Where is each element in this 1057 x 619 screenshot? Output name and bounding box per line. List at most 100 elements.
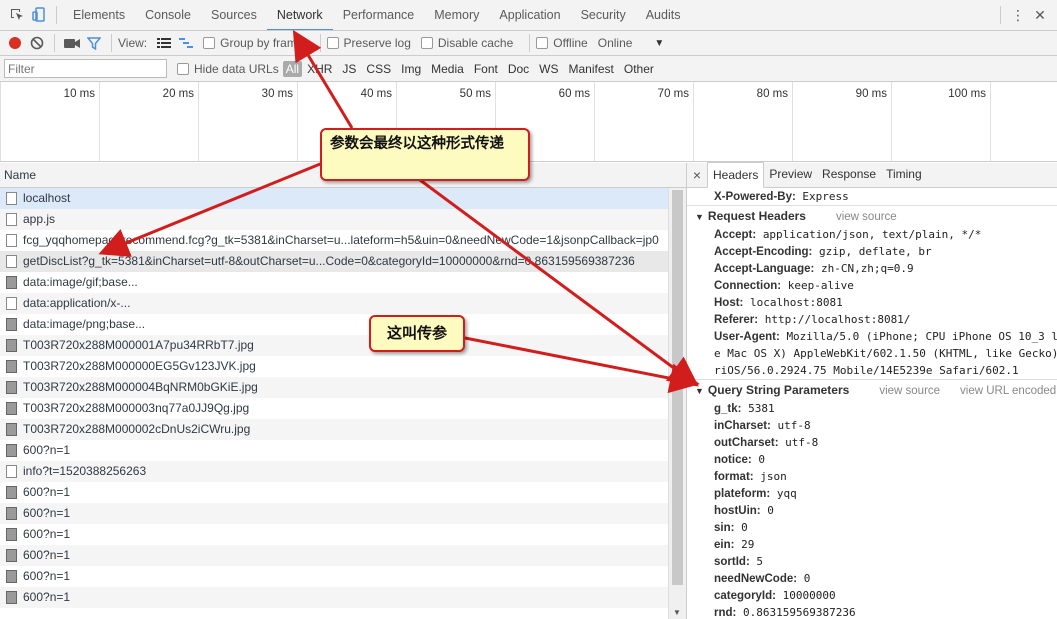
request-row[interactable]: 600?n=1 — [0, 503, 668, 524]
large-rows-icon[interactable] — [153, 32, 175, 54]
query-params-section[interactable]: ▼ Query String Parameters view source view … — [687, 379, 1057, 400]
inspect-element-icon[interactable] — [6, 4, 28, 26]
header-value: 5 — [756, 555, 764, 568]
header-key: sin: — [714, 522, 735, 534]
header-line: Accept: application/json, text/plain, */… — [687, 226, 1057, 243]
filter-type-other[interactable]: Other — [619, 62, 659, 76]
header-line: format: json — [687, 468, 1057, 485]
request-name: data:image/png;base... — [23, 317, 146, 331]
timeline-tick: 100 ms — [891, 82, 990, 161]
hide-data-urls-checkbox[interactable] — [177, 62, 189, 75]
filter-type-manifest[interactable]: Manifest — [564, 62, 619, 76]
request-row[interactable]: app.js — [0, 209, 668, 230]
request-row[interactable]: 600?n=1 — [0, 482, 668, 503]
request-headers-section[interactable]: ▼ Request Headers view source — [687, 205, 1057, 226]
view-source-link[interactable]: view source — [836, 211, 897, 223]
request-row[interactable]: T003R720x288M000004BqNRM0bGKiE.jpg — [0, 377, 668, 398]
scrollbar-thumb[interactable] — [672, 190, 683, 585]
record-icon[interactable] — [4, 32, 26, 54]
header-value: riOS/56.0.2924.75 Mobile/14E5239e Safari… — [714, 364, 1019, 377]
request-row[interactable]: 600?n=1 — [0, 566, 668, 587]
resource-type-filters: All XHR JS CSS Img Media Font Doc WS Manifest Othe… — [282, 60, 659, 77]
preserve-log-checkbox[interactable] — [326, 37, 339, 49]
image-file-icon — [6, 528, 17, 541]
filter-type-ws[interactable]: WS — [534, 62, 563, 76]
header-line: categoryId: 10000000 — [687, 587, 1057, 604]
request-name: info?t=1520388256263 — [23, 464, 147, 478]
request-row[interactable]: T003R720x288M000002cDnUs2iCWru.jpg — [0, 419, 668, 440]
header-value: keep-alive — [787, 279, 854, 292]
filter-type-css[interactable]: CSS — [361, 62, 396, 76]
detail-tab-preview[interactable]: Preview — [764, 162, 817, 188]
request-row[interactable]: 600?n=1 — [0, 587, 668, 608]
request-row[interactable]: 600?n=1 — [0, 440, 668, 461]
tab-audits[interactable]: Audits — [636, 0, 691, 30]
request-row[interactable]: getDiscList?g_tk=5381&inCharset=utf-8&ou… — [0, 251, 668, 272]
request-row[interactable]: data:image/gif;base... — [0, 272, 668, 293]
tab-application[interactable]: Application — [489, 0, 570, 30]
filter-type-doc[interactable]: Doc — [503, 62, 534, 76]
disable-cache-checkbox[interactable] — [420, 37, 433, 49]
group-by-frame-checkbox[interactable] — [203, 37, 216, 49]
filter-type-font[interactable]: Font — [469, 62, 503, 76]
tab-memory[interactable]: Memory — [424, 0, 489, 30]
request-list-scrollbar[interactable]: ▼ — [668, 188, 686, 619]
view-source-link[interactable]: view source — [879, 385, 940, 397]
detail-tab-headers[interactable]: Headers — [707, 162, 765, 188]
view-url-encoded-link[interactable]: view URL encoded — [960, 385, 1056, 397]
request-row[interactable]: localhost — [0, 188, 668, 209]
waterfall-overview-icon[interactable] — [175, 32, 197, 54]
request-row[interactable]: info?t=1520388256263 — [0, 461, 668, 482]
filter-type-js[interactable]: JS — [337, 62, 361, 76]
tab-sources[interactable]: Sources — [201, 0, 267, 30]
request-list: localhost app.js fcg_yqqhomepagerecommend.… — [0, 188, 668, 619]
scroll-down-icon[interactable]: ▼ — [673, 608, 681, 617]
detail-tab-timing[interactable]: Timing — [881, 162, 927, 188]
header-key: Accept: — [714, 229, 757, 241]
filter-type-xhr[interactable]: XHR — [302, 62, 337, 76]
header-value: 0 — [803, 572, 811, 585]
request-row[interactable]: data:application/x-... — [0, 293, 668, 314]
request-row[interactable]: fcg_yqqhomepagerecommend.fcg?g_tk=5381&i… — [0, 230, 668, 251]
triangle-down-icon: ▼ — [695, 212, 704, 222]
request-row[interactable]: T003R720x288M000003nq77a0JJ9Qg.jpg — [0, 398, 668, 419]
more-options-icon[interactable]: ⋮ — [1007, 4, 1029, 26]
header-line: notice: 0 — [687, 451, 1057, 468]
disable-cache-label: Disable cache — [437, 36, 514, 50]
close-icon[interactable]: ✕ — [1029, 4, 1051, 26]
image-file-icon — [6, 402, 17, 415]
filter-input[interactable] — [4, 59, 167, 78]
filter-type-media[interactable]: Media — [426, 62, 469, 76]
throttling-select[interactable]: Online — [598, 36, 633, 50]
filter-funnel-icon[interactable] — [83, 32, 105, 54]
request-name: 600?n=1 — [23, 506, 71, 520]
device-toolbar-icon[interactable] — [28, 4, 50, 26]
document-file-icon — [6, 255, 17, 268]
document-file-icon — [6, 192, 17, 205]
filter-type-img[interactable]: Img — [396, 62, 426, 76]
timeline-tick: 20 ms — [99, 82, 198, 161]
screenshot-camera-icon[interactable] — [61, 32, 83, 54]
filter-type-all[interactable]: All — [282, 60, 303, 77]
tab-security[interactable]: Security — [571, 0, 636, 30]
request-row[interactable]: 600?n=1 — [0, 524, 668, 545]
header-line: outCharset: utf-8 — [687, 434, 1057, 451]
tab-network[interactable]: Network — [266, 0, 333, 30]
chevron-down-icon[interactable]: ▼ — [654, 38, 664, 49]
detail-tab-response[interactable]: Response — [817, 162, 881, 188]
tab-elements[interactable]: Elements — [63, 0, 135, 30]
request-row[interactable]: data:image/png;base... — [0, 314, 668, 335]
tab-performance[interactable]: Performance — [333, 0, 425, 30]
offline-label: Offline — [553, 36, 588, 50]
header-line: sortId: 5 — [687, 553, 1057, 570]
tick-label: 40 ms — [360, 88, 392, 100]
header-line: riOS/56.0.2924.75 Mobile/14E5239e Safari… — [687, 362, 1057, 379]
request-row[interactable]: T003R720x288M000000EG5Gv123JVK.jpg — [0, 356, 668, 377]
request-row[interactable]: T003R720x288M000001A7pu34RRbT7.jpg — [0, 335, 668, 356]
request-row[interactable]: 600?n=1 — [0, 545, 668, 566]
close-icon[interactable]: × — [687, 167, 707, 183]
offline-checkbox[interactable] — [536, 37, 549, 49]
clear-icon[interactable] — [26, 32, 48, 54]
tab-console[interactable]: Console — [135, 0, 201, 30]
header-key: Connection: — [714, 280, 782, 292]
